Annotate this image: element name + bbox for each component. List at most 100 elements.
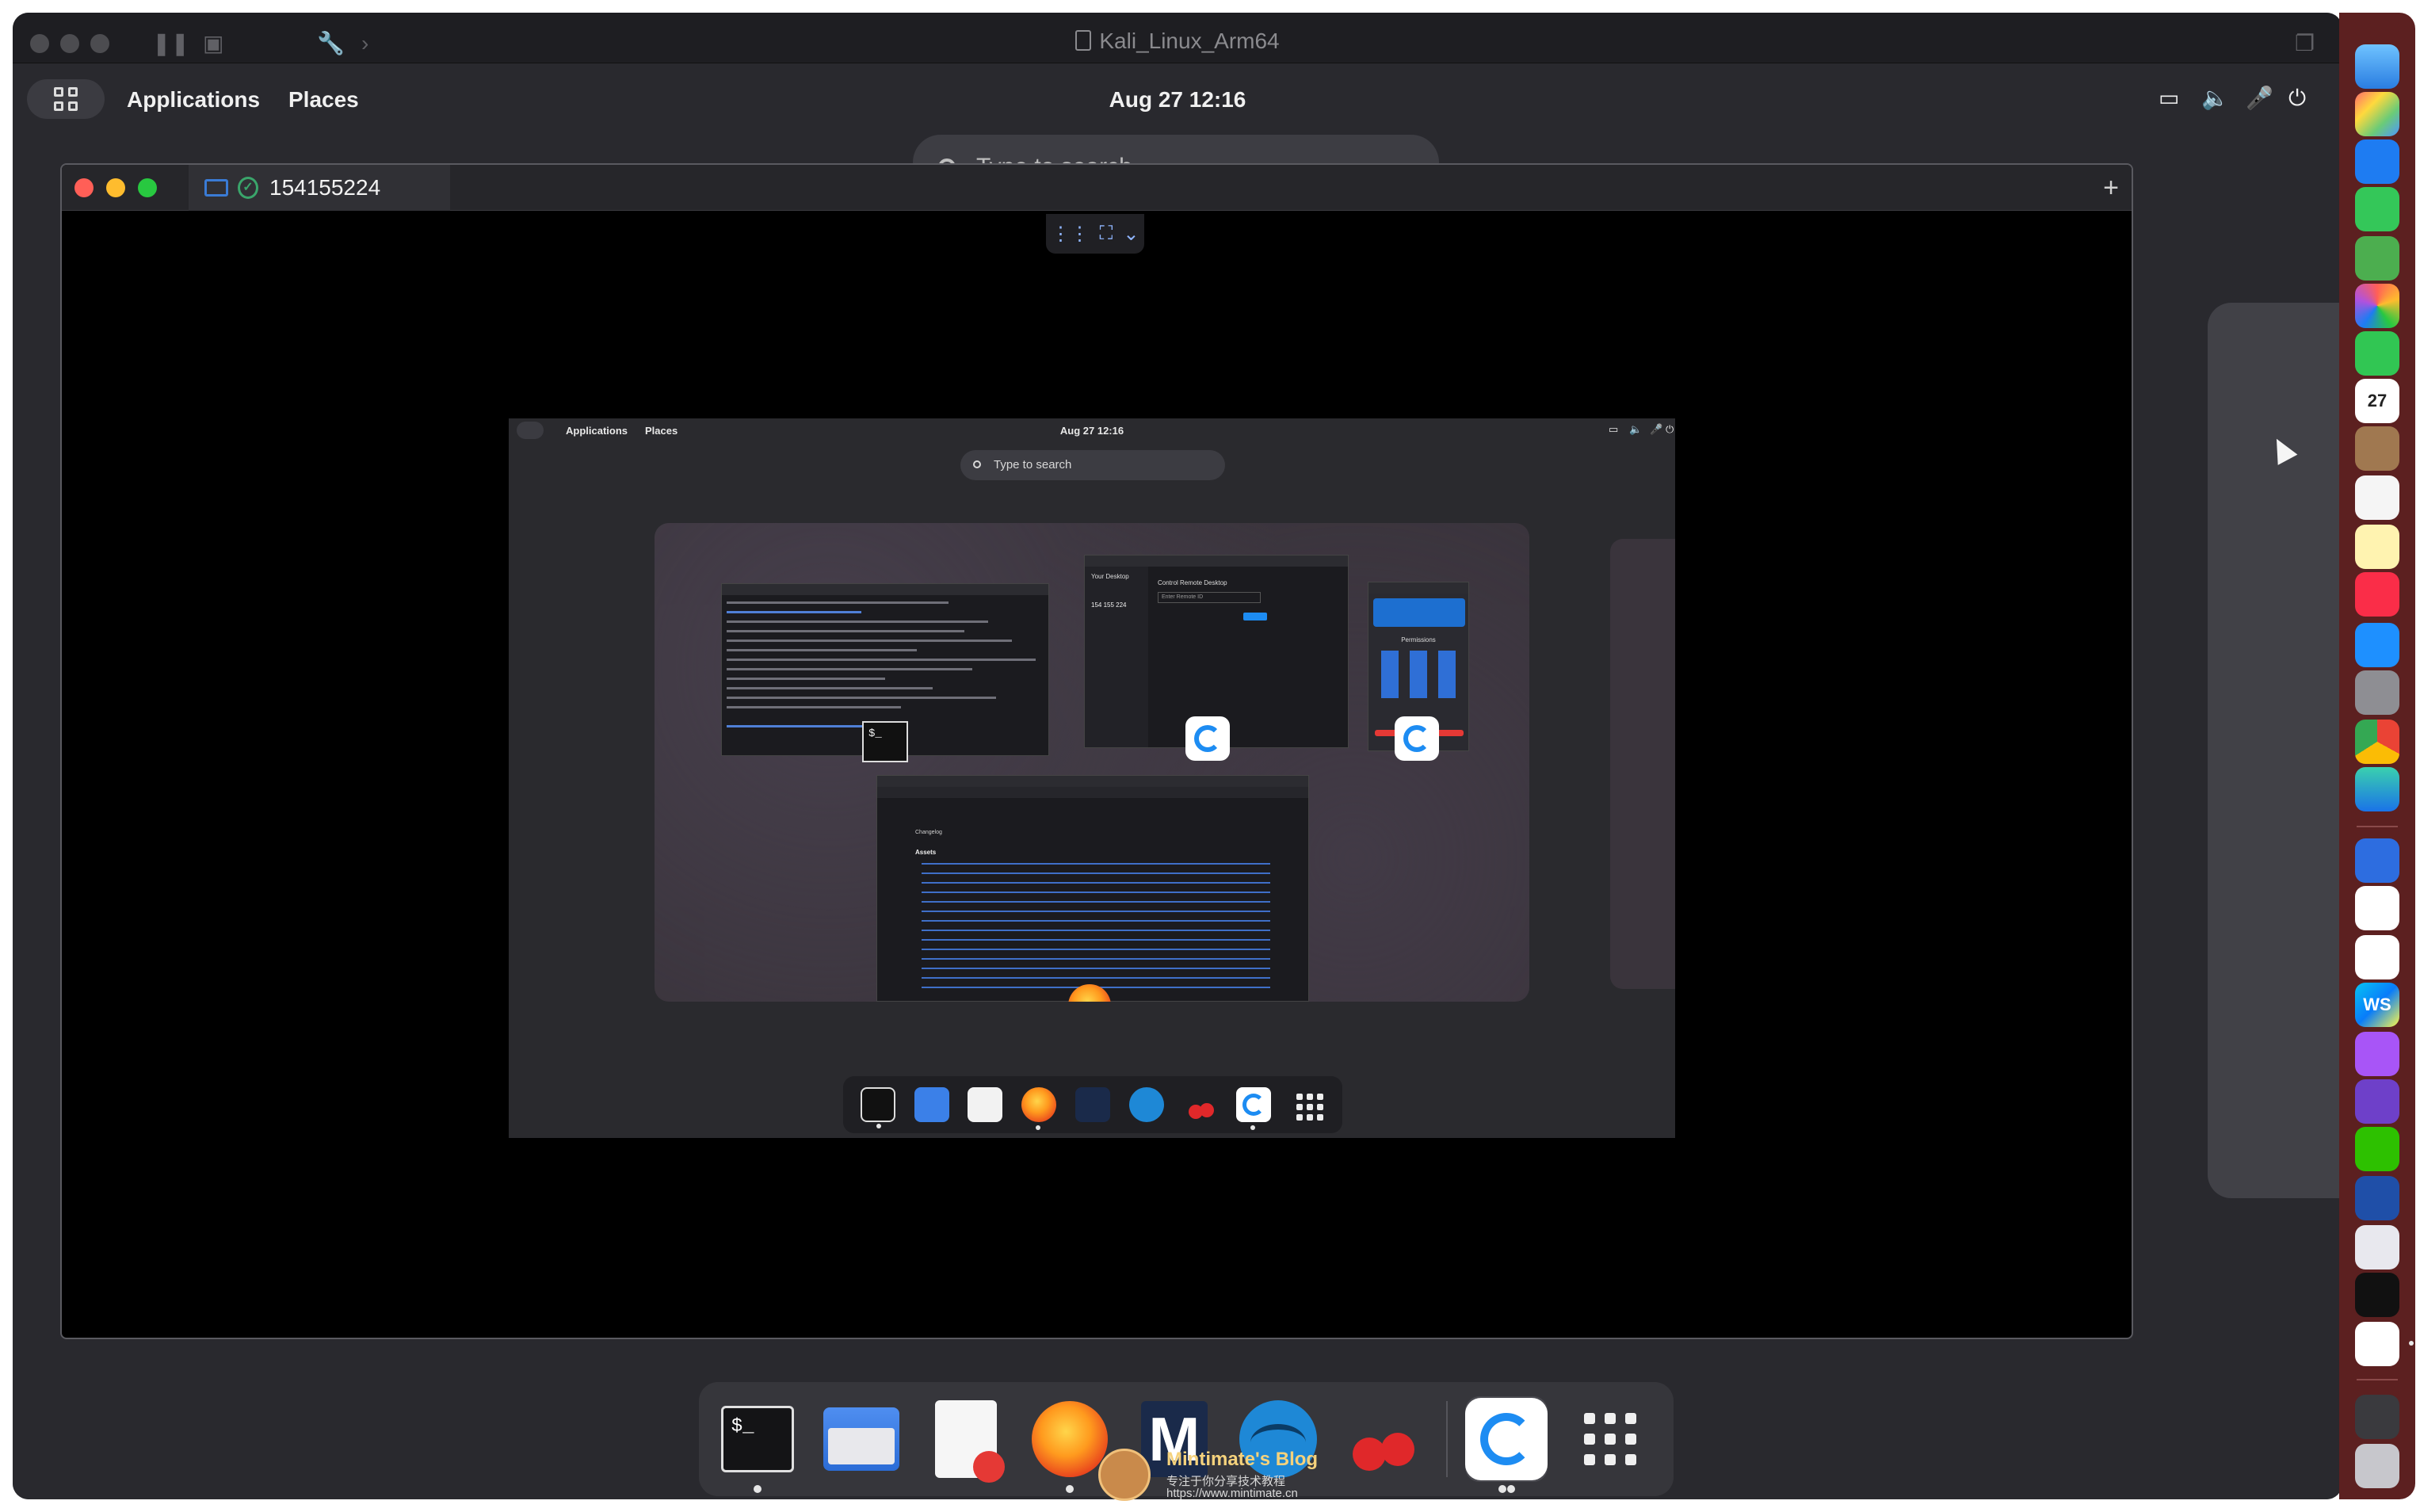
firefox-icon (1032, 1401, 1109, 1477)
watermark-title: Mintimate's Blog (1166, 1449, 1319, 1470)
thumb-account-card (1373, 598, 1465, 627)
parallels-icon[interactable] (2355, 1225, 2399, 1270)
remote-search-icon (973, 460, 981, 468)
remote-text-editor-icon[interactable] (968, 1087, 1003, 1122)
remote-screen-icon[interactable]: ▭ (1609, 423, 1618, 436)
rd-zoom-button[interactable] (138, 178, 157, 197)
remote-mic-icon[interactable]: 🎤 (1650, 423, 1662, 436)
microphone-icon[interactable]: 🎤 (2246, 86, 2273, 111)
thumb-id-value: 154 155 224 (1091, 601, 1127, 609)
remote-power-icon[interactable]: ⏻ (1666, 423, 1674, 436)
dock-show-apps[interactable] (1570, 1396, 1652, 1482)
thumb-changelog-label: Changelog (915, 830, 942, 835)
remote-firefox-icon[interactable] (1021, 1087, 1057, 1130)
remote-search-field[interactable]: Type to search (960, 450, 1225, 480)
calendar-icon[interactable]: 27 (2355, 379, 2399, 423)
remote-session-id: 154155224 (269, 175, 381, 200)
rd-minimize-button[interactable] (106, 178, 125, 197)
qq-icon[interactable] (2355, 886, 2399, 930)
remote-folder-icon[interactable] (914, 1087, 949, 1122)
thumbnail-titlebar (722, 584, 1048, 595)
chrome-icon[interactable] (2355, 720, 2399, 764)
screen-icon[interactable]: ▭ (2159, 86, 2179, 111)
remote-wireshark-icon[interactable] (1128, 1087, 1164, 1122)
system-settings-icon[interactable] (2355, 670, 2399, 715)
wechat-icon[interactable] (2355, 1127, 2399, 1171)
safari-icon[interactable] (2355, 139, 2399, 184)
dock-files[interactable] (821, 1396, 903, 1482)
thumb-permission-toggles (1381, 651, 1457, 698)
rustdesk-app-badge (1185, 716, 1230, 761)
rd-close-button[interactable] (74, 178, 94, 197)
remote-search-placeholder: Type to search (994, 458, 1072, 472)
thumb-remote-id-input: Enter Remote ID (1158, 592, 1261, 603)
edge-icon[interactable] (2355, 767, 2399, 811)
terminal-app-badge-icon: $_ (862, 721, 908, 762)
remote-session-tab[interactable]: ✓ 154155224 (189, 165, 450, 211)
fullscreen-icon[interactable]: ⛶ (1100, 223, 1113, 245)
add-tab-button[interactable]: + (2103, 173, 2119, 204)
dock-cherrytree[interactable] (1342, 1396, 1424, 1482)
github-icon[interactable] (2355, 1079, 2399, 1124)
remote-volume-icon[interactable]: 🔈 (1629, 423, 1642, 436)
rustdesk-icon (1194, 725, 1221, 752)
launchpad-icon[interactable] (2355, 92, 2399, 136)
downloads-stack-icon[interactable] (2355, 1395, 2399, 1439)
restore-icon[interactable]: ❐ (2295, 32, 2315, 55)
remote-app-grid-icon[interactable] (1290, 1087, 1325, 1122)
power-icon[interactable]: ⏻ (2288, 86, 2306, 111)
cherry-icon (1345, 1401, 1421, 1477)
chevron-down-icon[interactable]: ⌄ (1123, 223, 1139, 246)
remote-next-workspace[interactable] (1610, 539, 1675, 989)
rustdesk-icon-2 (1403, 725, 1430, 752)
dock-separator (1445, 1401, 1448, 1477)
qq-icon-2[interactable] (2355, 935, 2399, 979)
watermark-url: https://www.mintimate.cn (1166, 1487, 1298, 1500)
mac-dock: 27 WS (2339, 13, 2415, 1499)
contacts-icon[interactable] (2355, 426, 2399, 471)
rustdesk-app-badge-2 (1395, 716, 1439, 761)
volume-icon[interactable]: 🔈 (2201, 86, 2229, 111)
webstorm-icon[interactable]: WS (2355, 983, 2399, 1027)
watermark: Mintimate's Blog 专注于你分享技术教程 https://www.… (1098, 1445, 1336, 1501)
app-store-icon[interactable] (2355, 623, 2399, 667)
notes-icon[interactable] (2355, 525, 2399, 569)
remote-dock (843, 1076, 1342, 1133)
remote-screen[interactable]: Applications Places Aug 27 12:16 ▭ 🔈 🎤 ⏻… (509, 418, 1675, 1138)
thumb-assets-label: Assets (915, 849, 937, 856)
dock-rustdesk[interactable] (1464, 1396, 1548, 1493)
reminders-icon[interactable] (2355, 475, 2399, 520)
toolbar-grid-icon[interactable]: ⋮⋮ (1052, 223, 1090, 246)
host-side-window[interactable] (2208, 303, 2342, 1198)
remote-cherry-icon[interactable] (1182, 1087, 1217, 1122)
kali-top-panel: Applications Places Aug 27 12:16 ▭ 🔈 🎤 ⏻ (13, 63, 2342, 139)
messages-icon[interactable] (2355, 187, 2399, 231)
dock-terminal[interactable]: $_ (716, 1396, 799, 1493)
mac-terminal-icon[interactable] (2355, 1273, 2399, 1317)
remote-workspace-preview[interactable]: $_ Your Desktop 154 155 224 Control Remo… (655, 523, 1529, 1002)
browser-window-thumbnail[interactable]: Changelog Assets (876, 775, 1309, 1002)
remote-rustdesk-icon[interactable] (1236, 1087, 1272, 1130)
mac-rustdesk-icon[interactable] (2355, 1322, 2399, 1366)
watermark-avatar (1098, 1449, 1151, 1501)
facetime-icon[interactable] (2355, 331, 2399, 376)
media-player-icon[interactable] (2355, 1176, 2399, 1220)
dock-text-editor[interactable] (925, 1396, 1007, 1483)
remote-maltego-icon[interactable] (1074, 1087, 1110, 1122)
maps-icon[interactable] (2355, 236, 2399, 281)
vm-titlebar: ❚❚ ▣ 🔧 › Kali_Linux_Arm64 ❐ (13, 13, 2342, 63)
kali-desktop: Applications Places Aug 27 12:16 ▭ 🔈 🎤 ⏻… (13, 63, 2342, 1499)
affinity-icon[interactable] (2355, 1032, 2399, 1076)
remote-terminal-icon[interactable] (860, 1087, 895, 1128)
photos-icon[interactable] (2355, 284, 2399, 328)
vm-window-title: Kali_Linux_Arm64 (13, 29, 2342, 54)
xcode-icon[interactable] (2355, 838, 2399, 883)
thumb-your-desktop-label: Your Desktop (1091, 573, 1129, 580)
remote-clock[interactable]: Aug 27 12:16 (509, 425, 1675, 437)
thumb-connect-button (1243, 613, 1267, 620)
finder-icon[interactable] (2355, 44, 2399, 89)
rustdesk-icon (1464, 1398, 1548, 1480)
trash-icon[interactable] (2355, 1444, 2399, 1488)
kali-clock[interactable]: Aug 27 12:16 (13, 87, 2342, 113)
music-icon[interactable] (2355, 572, 2399, 617)
